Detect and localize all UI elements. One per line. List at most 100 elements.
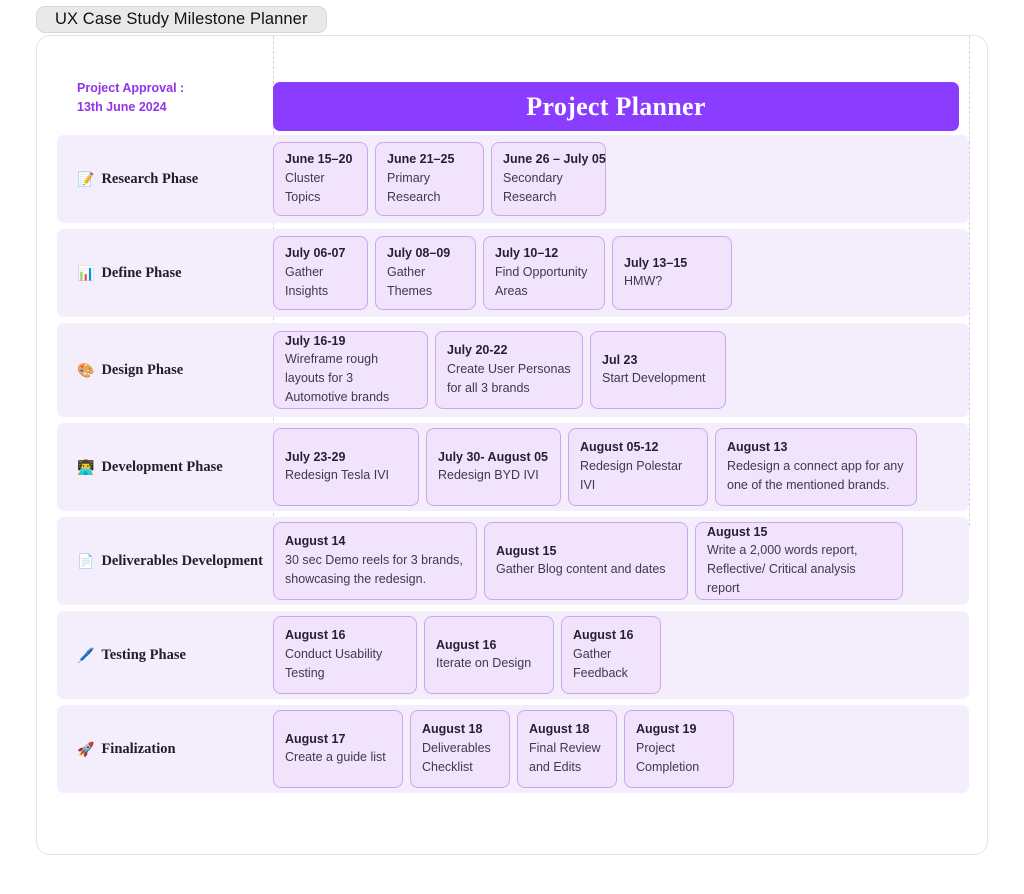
phase-label-cell: 🎨 Design Phase <box>57 362 273 379</box>
milestone-date: July 30- August 05 <box>438 449 548 464</box>
milestone-card[interactable]: July 16-19 Wireframe rough layouts for 3 … <box>273 331 428 409</box>
milestone-card[interactable]: Jul 23 Start Development <box>590 331 726 409</box>
milestone-card-list: July 16-19 Wireframe rough layouts for 3 … <box>273 331 969 409</box>
phase-row: 🚀 Finalization August 17 Create a guide lis… <box>57 705 969 793</box>
phase-title: Finalization <box>101 740 176 757</box>
milestone-description: Redesign Polestar IVI <box>580 458 683 492</box>
milestone-card[interactable]: August 15 Write a 2,000 words report, Ref… <box>695 522 903 600</box>
milestone-card[interactable]: June 21–25 Primary Research <box>375 142 484 216</box>
milestone-card-list: June 15–20 Cluster Topics June 21–25 Primar… <box>273 142 969 216</box>
milestone-description: Gather Blog content and dates <box>496 562 666 577</box>
milestone-description: 30 sec Demo reels for 3 brands, showcasi… <box>285 552 463 586</box>
milestone-description: Final Review and Edits <box>529 740 601 774</box>
phase-rows: 📝 Research Phase June 15–20 Cluster Topics J… <box>57 135 969 799</box>
phase-title: Deliverables Development <box>101 552 263 569</box>
milestone-description: Gather Insights <box>285 264 329 298</box>
page-title: UX Case Study Milestone Planner <box>55 10 308 28</box>
milestone-card[interactable]: August 16 Iterate on Design <box>424 616 554 694</box>
bar-chart-icon: 📊 <box>77 265 95 281</box>
milestone-card-list: July 23-29 Redesign Tesla IVI July 30- Aug… <box>273 428 969 506</box>
window-title-pill: UX Case Study Milestone Planner <box>36 6 327 33</box>
milestone-card[interactable]: August 16 Gather Feedback <box>561 616 661 694</box>
phase-row: 📝 Research Phase June 15–20 Cluster Topics J… <box>57 135 969 223</box>
milestone-card-list: August 14 30 sec Demo reels for 3 brands,… <box>273 522 969 600</box>
phase-title: Define Phase <box>101 264 182 281</box>
milestone-card[interactable]: July 06-07 Gather Insights <box>273 236 368 310</box>
milestone-card[interactable]: August 05-12 Redesign Polestar IVI <box>568 428 708 506</box>
planner-board: Project Approval : 13th June 2024 Projec… <box>36 35 988 855</box>
milestone-card[interactable]: July 23-29 Redesign Tesla IVI <box>273 428 419 506</box>
milestone-date: August 15 <box>707 524 768 539</box>
milestone-date: August 13 <box>727 440 788 455</box>
milestone-card-list: August 17 Create a guide list August 18 Del… <box>273 710 969 788</box>
project-approval-label: Project Approval : <box>77 81 185 95</box>
phase-label-cell: 📊 Define Phase <box>57 265 273 282</box>
milestone-date: Jul 23 <box>602 352 638 367</box>
milestone-card[interactable]: August 14 30 sec Demo reels for 3 brands,… <box>273 522 477 600</box>
milestone-description: Redesign Tesla IVI <box>285 468 389 483</box>
milestone-description: Secondary Research <box>503 170 563 204</box>
milestone-card[interactable]: August 19 Project Completion <box>624 710 734 788</box>
project-approval-date: 13th June 2024 <box>77 100 167 115</box>
milestone-card[interactable]: July 10–12 Find Opportunity Areas <box>483 236 605 310</box>
milestone-description: Gather Feedback <box>573 646 628 680</box>
palette-icon: 🎨 <box>77 362 95 378</box>
milestone-description: Wireframe rough layouts for 3 Automotive… <box>285 352 390 405</box>
milestone-card[interactable]: August 18 Final Review and Edits <box>517 710 617 788</box>
milestone-description: Project Completion <box>636 740 700 774</box>
phase-row: 🎨 Design Phase July 16-19 Wireframe rough l… <box>57 323 969 417</box>
banner-title: Project Planner <box>526 91 706 121</box>
milestone-date: July 10–12 <box>495 246 559 261</box>
milestone-date: August 19 <box>636 722 697 737</box>
milestone-description: HMW? <box>624 274 663 289</box>
milestone-date: July 06-07 <box>285 246 346 261</box>
phase-label-cell: 👨‍💻 Development Phase <box>57 459 273 476</box>
milestone-date: June 15–20 <box>285 152 353 167</box>
milestone-date: June 21–25 <box>387 152 455 167</box>
milestone-card-list: July 06-07 Gather Insights July 08–09 Gathe… <box>273 236 969 310</box>
milestone-card[interactable]: August 16 Conduct Usability Testing <box>273 616 417 694</box>
milestone-description: Deliverables Checklist <box>422 740 491 774</box>
milestone-date: August 16 <box>285 628 346 643</box>
milestone-date: August 05-12 <box>580 440 659 455</box>
milestone-date: July 20-22 <box>447 343 508 358</box>
phase-title: Development Phase <box>101 458 223 475</box>
milestone-card[interactable]: August 13 Redesign a connect app for any … <box>715 428 917 506</box>
phase-row: 🖊️ Testing Phase August 16 Conduct Usabilit… <box>57 611 969 699</box>
milestone-date: July 23-29 <box>285 449 346 464</box>
phase-label-cell: 📄 Deliverables Development <box>57 553 273 570</box>
memo-icon: 📝 <box>77 171 95 187</box>
phase-label-cell: 📝 Research Phase <box>57 171 273 188</box>
milestone-card[interactable]: July 20-22 Create User Personas for all 3… <box>435 331 583 409</box>
pen-icon: 🖊️ <box>77 647 95 663</box>
milestone-description: Start Development <box>602 371 706 386</box>
milestone-date: August 16 <box>573 628 634 643</box>
phase-title: Testing Phase <box>101 646 186 663</box>
milestone-card[interactable]: June 15–20 Cluster Topics <box>273 142 368 216</box>
milestone-card[interactable]: June 26 – July 05 Secondary Research <box>491 142 606 216</box>
milestone-card[interactable]: July 13–15 HMW? <box>612 236 732 310</box>
milestone-description: Primary Research <box>387 170 441 204</box>
milestone-card[interactable]: August 17 Create a guide list <box>273 710 403 788</box>
milestone-description: Write a 2,000 words report, Reflective/ … <box>707 543 858 596</box>
board-header: Project Approval : 13th June 2024 Projec… <box>37 36 987 136</box>
milestone-description: Conduct Usability Testing <box>285 646 383 680</box>
milestone-description: Gather Themes <box>387 264 433 298</box>
milestone-description: Find Opportunity Areas <box>495 264 588 298</box>
milestone-card[interactable]: August 15 Gather Blog content and dates <box>484 522 688 600</box>
milestone-date: August 17 <box>285 731 346 746</box>
rocket-icon: 🚀 <box>77 741 95 757</box>
milestone-description: Redesign BYD IVI <box>438 468 539 483</box>
milestone-date: August 14 <box>285 534 346 549</box>
milestone-card[interactable]: August 18 Deliverables Checklist <box>410 710 510 788</box>
milestone-date: July 08–09 <box>387 246 451 261</box>
milestone-card[interactable]: July 08–09 Gather Themes <box>375 236 476 310</box>
phase-row: 📊 Define Phase July 06-07 Gather Insights Ju… <box>57 229 969 317</box>
milestone-date: June 26 – July 05 <box>503 152 606 167</box>
milestone-card[interactable]: July 30- August 05 Redesign BYD IVI <box>426 428 561 506</box>
milestone-date: July 16-19 <box>285 333 346 348</box>
phase-label-cell: 🚀 Finalization <box>57 741 273 758</box>
milestone-date: July 13–15 <box>624 255 688 270</box>
milestone-date: August 16 <box>436 637 497 652</box>
milestone-date: August 18 <box>422 722 483 737</box>
